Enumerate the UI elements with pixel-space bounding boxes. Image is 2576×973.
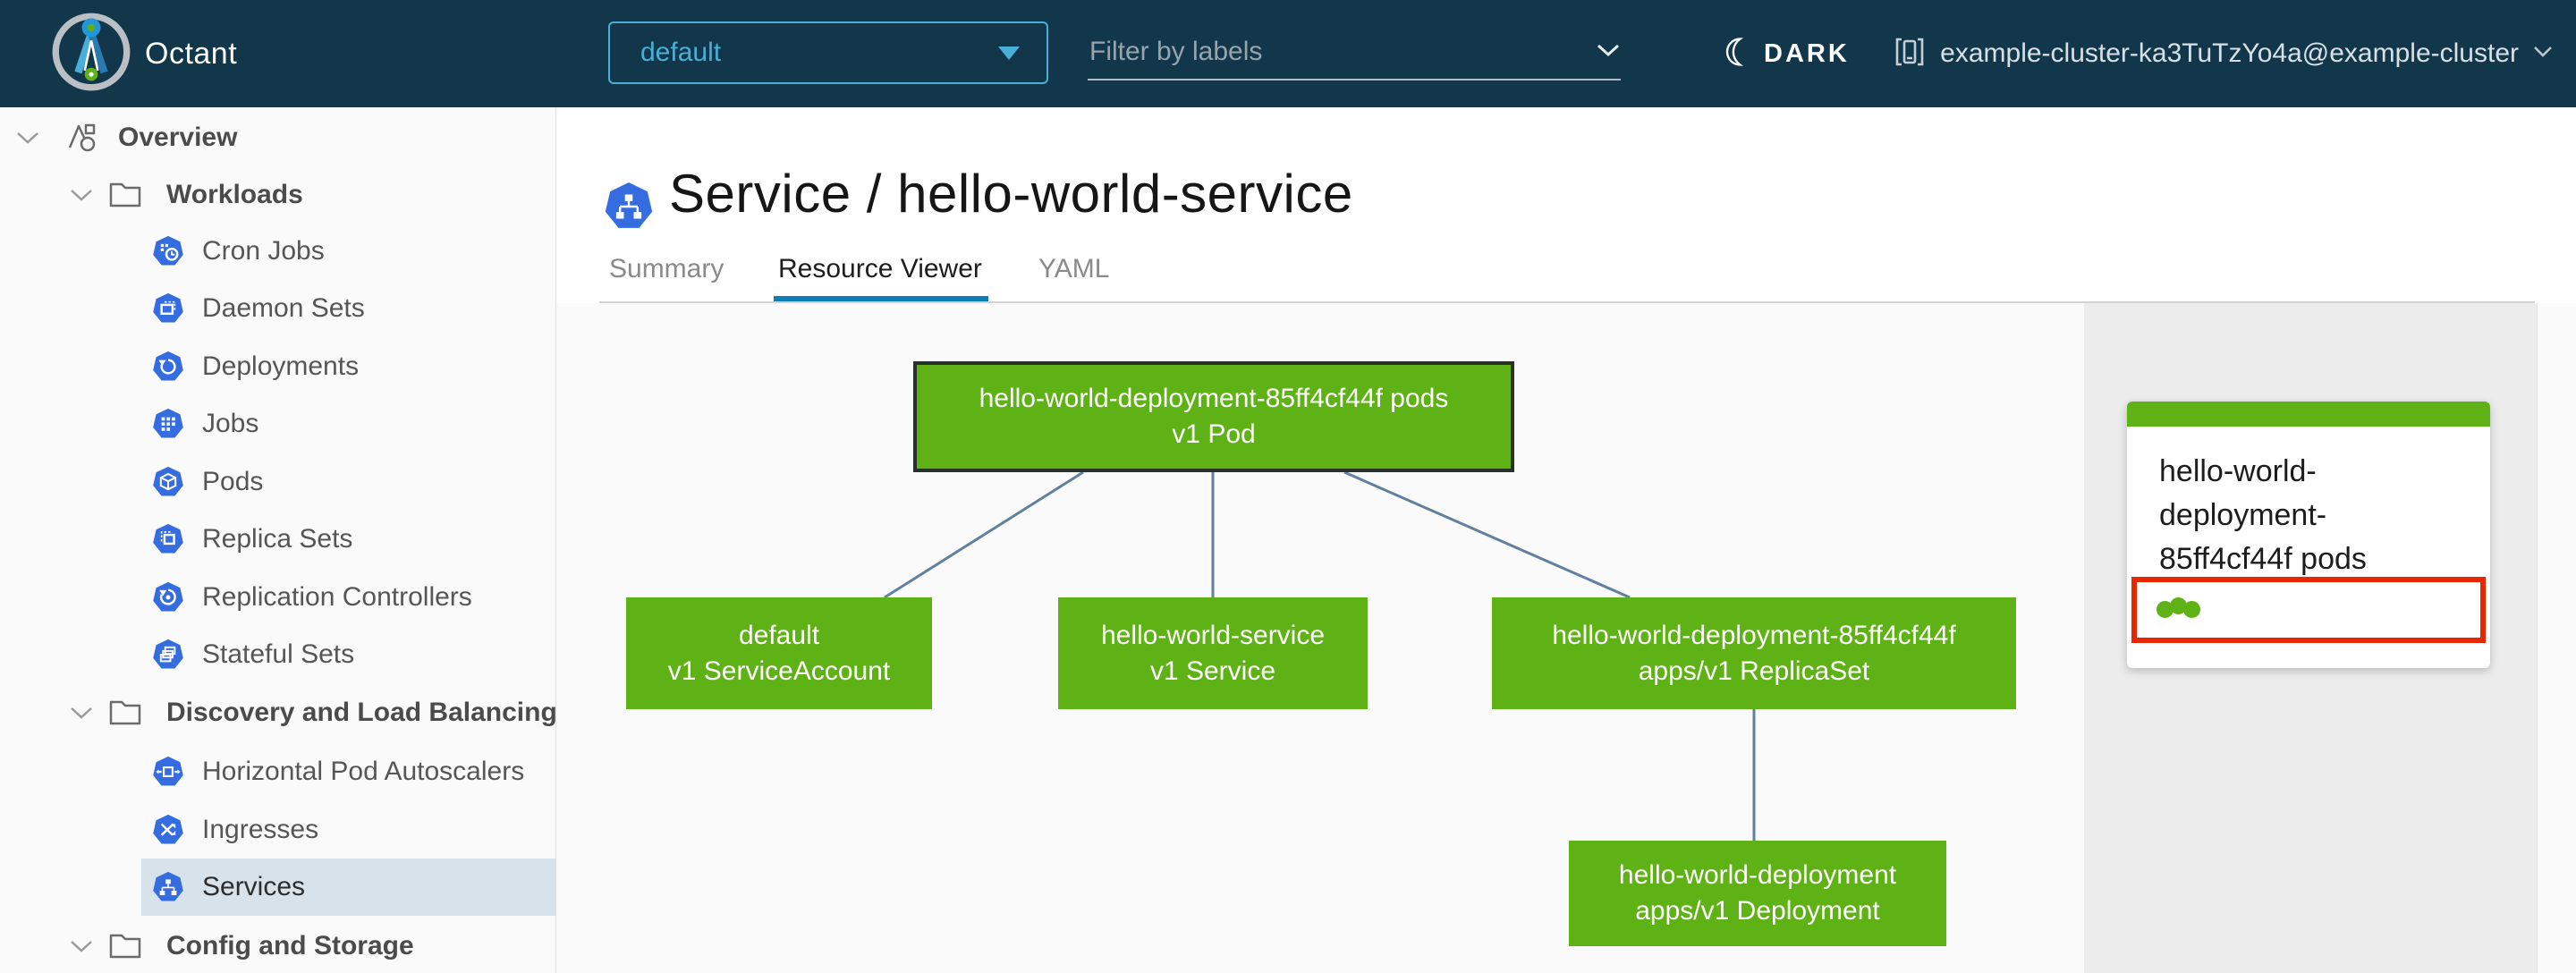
job-icon <box>152 408 184 440</box>
sidebar-item-stateful-sets[interactable]: Stateful Sets <box>141 626 556 683</box>
sidebar-item-replication-controllers[interactable]: Replication Controllers <box>141 569 556 626</box>
sidebar-item-ingresses[interactable]: Ingresses <box>141 801 556 859</box>
graph-node-deployment[interactable]: hello-world-deployment apps/v1 Deploymen… <box>1569 841 1946 946</box>
chevron-down-icon <box>70 706 93 719</box>
brand: Octant <box>50 13 237 95</box>
graph-node-service[interactable]: hello-world-service v1 Service <box>1058 597 1368 709</box>
service-icon <box>605 181 653 233</box>
deployment-icon <box>152 351 184 383</box>
card-title: hello-world-deployment-85ff4cf44f pods <box>2159 454 2367 576</box>
sidebar-item-horizontal-pod-autoscalers[interactable]: Horizontal Pod Autoscalers <box>141 743 556 800</box>
sidebar-item-replica-sets[interactable]: Replica Sets <box>141 511 556 568</box>
pod-icon <box>152 466 184 498</box>
card-status-header <box>2127 402 2490 427</box>
pod-status-box[interactable] <box>2131 577 2486 643</box>
app-title: Octant <box>145 36 238 71</box>
replicationcontroller-icon <box>152 581 184 613</box>
resource-graph-canvas[interactable]: hello-world-deployment-85ff4cf44f pods v… <box>556 303 2084 973</box>
sidebar-item-pods[interactable]: Pods <box>141 453 556 511</box>
page-title: Service / hello-world-service <box>669 164 1353 224</box>
label-filter-input[interactable] <box>1088 26 1596 78</box>
moon-icon <box>1719 36 1751 72</box>
chevron-down-icon <box>70 940 93 952</box>
detail-panel: hello-world-deployment-85ff4cf44f pods <box>2084 303 2576 973</box>
applications-icon <box>64 120 100 156</box>
chevron-down-icon <box>16 131 39 144</box>
replicaset-icon <box>152 523 184 555</box>
service-icon <box>152 871 184 903</box>
sidebar-item-services[interactable]: Services <box>141 859 556 916</box>
folder-icon <box>107 928 143 964</box>
cluster-context-select[interactable]: example-cluster-ka3TuTzYo4a@example-clus… <box>1894 0 2553 107</box>
sidebar-item-jobs[interactable]: Jobs <box>141 395 556 453</box>
cluster-icon <box>1894 34 1926 74</box>
chevron-down-icon <box>1596 43 1621 62</box>
pod-status-dot <box>2170 597 2187 614</box>
namespace-value: default <box>640 38 722 67</box>
header-bar: Octant default DARK <box>0 0 2576 107</box>
graph-node-pod[interactable]: hello-world-deployment-85ff4cf44f pods v… <box>913 361 1514 472</box>
chevron-down-icon <box>2533 46 2553 63</box>
namespace-select[interactable]: default <box>608 21 1048 84</box>
folder-icon <box>107 177 143 213</box>
sidebar-item-overview[interactable]: Overview <box>0 109 556 166</box>
daemonset-icon <box>152 292 184 325</box>
caret-down-icon <box>998 46 1020 60</box>
graph-node-serviceaccount[interactable]: default v1 ServiceAccount <box>626 597 932 709</box>
theme-label: DARK <box>1764 38 1850 68</box>
hpa-icon <box>152 756 184 788</box>
sidebar-item-workloads[interactable]: Workloads <box>0 166 556 224</box>
chevron-down-icon <box>70 189 93 201</box>
theme-toggle[interactable]: DARK <box>1719 0 1850 107</box>
sidebar-item-discovery-and-load-balancing[interactable]: Discovery and Load Balancing <box>0 684 557 741</box>
pod-detail-card[interactable]: hello-world-deployment-85ff4cf44f pods <box>2127 402 2490 668</box>
sidebar-item-daemon-sets[interactable]: Daemon Sets <box>141 280 556 337</box>
sidebar-item-deployments[interactable]: Deployments <box>141 338 556 395</box>
tab-resource-viewer[interactable]: Resource Viewer <box>778 254 982 284</box>
tab-yaml[interactable]: YAML <box>1038 254 1109 284</box>
octant-app: Octant default DARK <box>0 0 2576 973</box>
sidebar-nav: Overview Workloads Cron Jobs Daemon Sets… <box>0 107 557 973</box>
label-filter[interactable] <box>1088 25 1621 80</box>
tab-summary[interactable]: Summary <box>609 254 724 284</box>
ingress-icon <box>152 814 184 846</box>
graph-node-replicaset[interactable]: hello-world-deployment-85ff4cf44f apps/v… <box>1492 597 2016 709</box>
cronjob-icon <box>152 235 184 267</box>
pod-status-dots <box>2157 597 2200 618</box>
cluster-context-value: example-cluster-ka3TuTzYo4a@example-clus… <box>1940 38 2519 68</box>
octant-logo-icon <box>50 11 132 97</box>
sidebar-item-cron-jobs[interactable]: Cron Jobs <box>141 223 556 280</box>
sidebar-item-config-and-storage[interactable]: Config and Storage <box>0 918 556 973</box>
statefulset-icon <box>152 639 184 671</box>
folder-icon <box>107 695 143 731</box>
panel-scrollbar-track <box>2537 303 2576 973</box>
